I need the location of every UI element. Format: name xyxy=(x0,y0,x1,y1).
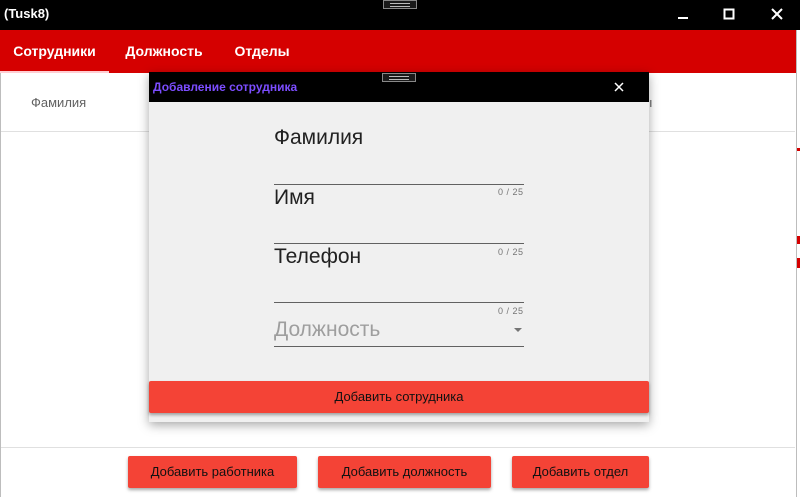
add-employee-button[interactable]: Добавить сотрудника xyxy=(149,381,649,413)
window-title-bar: (Tusk8) xyxy=(0,0,800,30)
close-icon xyxy=(771,8,783,20)
tab-employees[interactable]: Сотрудники xyxy=(0,30,109,73)
first-name-underline xyxy=(274,243,524,244)
dialog-title: Добавление сотрудника xyxy=(153,80,298,94)
column-header-surname[interactable]: Фамилия xyxy=(31,95,86,110)
tab-departments[interactable]: Отделы xyxy=(219,30,305,73)
dialog-title-bar: Добавление сотрудника xyxy=(149,72,649,102)
position-select[interactable]: Должность xyxy=(274,318,380,342)
add-position-button[interactable]: Добавить должность xyxy=(318,456,491,488)
first-name-label: Имя xyxy=(274,186,315,209)
tab-label: Должность xyxy=(125,43,203,59)
close-window-button[interactable] xyxy=(764,4,790,26)
add-department-button[interactable]: Добавить отдел xyxy=(512,456,649,488)
minimize-button[interactable] xyxy=(670,4,696,26)
first-name-field[interactable]: Имя xyxy=(274,186,524,246)
nav-bar: Сотрудники Должность Отделы xyxy=(0,30,796,73)
chevron-down-icon[interactable] xyxy=(514,328,522,332)
maximize-icon xyxy=(723,8,735,20)
surname-label: Фамилия xyxy=(274,126,364,149)
tab-label: Отделы xyxy=(234,43,290,59)
dialog-close-button[interactable] xyxy=(609,78,629,96)
window-left-border xyxy=(0,73,1,497)
tab-positions[interactable]: Должность xyxy=(109,30,219,73)
maximize-button[interactable] xyxy=(716,4,742,26)
window-title: (Tusk8) xyxy=(4,6,50,21)
drag-handle-icon[interactable] xyxy=(383,0,417,9)
position-select-underline xyxy=(274,346,524,347)
surname-field[interactable]: Фамилия xyxy=(274,126,524,186)
column-header[interactable]: ı xyxy=(649,95,653,110)
button-label: Добавить должность xyxy=(341,464,468,479)
add-worker-button[interactable]: Добавить работника xyxy=(128,456,297,488)
surname-underline xyxy=(274,184,524,185)
phone-field[interactable]: Телефон xyxy=(274,245,524,305)
button-label: Добавить работника xyxy=(150,464,275,479)
phone-counter: 0 / 25 xyxy=(498,306,524,316)
phone-label: Телефон xyxy=(274,245,362,268)
button-label: Добавить сотрудника xyxy=(334,389,464,404)
add-employee-dialog: Добавление сотрудника Фамилия 0 / 25 Имя… xyxy=(149,72,649,422)
minimize-icon xyxy=(678,17,688,19)
divider xyxy=(1,447,795,448)
button-label: Добавить отдел xyxy=(532,464,629,479)
tab-label: Сотрудники xyxy=(13,43,96,59)
close-icon xyxy=(614,82,624,92)
dialog-drag-handle-icon[interactable] xyxy=(382,73,416,82)
phone-underline xyxy=(274,302,524,303)
